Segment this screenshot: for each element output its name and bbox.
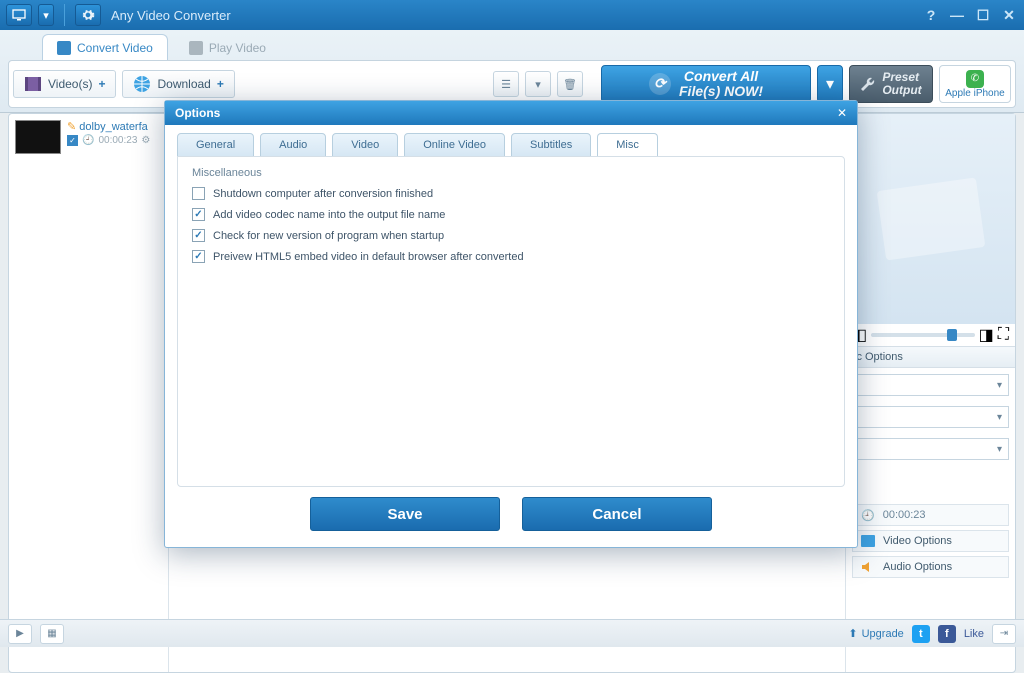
checkbox[interactable]: ✓ <box>192 250 205 263</box>
dialog-title-bar: Options ✕ <box>165 101 857 125</box>
basic-options-header[interactable]: ic Options <box>846 346 1015 368</box>
button-label: Video(s) <box>48 77 92 91</box>
checkbox-label: Shutdown computer after conversion finis… <box>213 188 433 200</box>
help-button[interactable]: ? <box>922 6 940 24</box>
button-label: Convert AllFile(s) NOW! <box>679 69 763 100</box>
checkbox-row[interactable]: ✓ Preivew HTML5 embed video in default b… <box>192 250 830 263</box>
film-icon <box>24 75 42 93</box>
edit-icon: ✎ <box>67 121 76 133</box>
list-mode-button[interactable]: ☰ <box>493 71 519 97</box>
checkbox[interactable]: ✓ <box>192 208 205 221</box>
checkbox-row[interactable]: ✓ Add video codec name into the output f… <box>192 208 830 221</box>
close-icon[interactable]: ✕ <box>837 106 847 120</box>
cancel-button[interactable]: Cancel <box>522 497 712 531</box>
wrench-icon <box>860 76 876 92</box>
close-button[interactable]: ✕ <box>1000 6 1018 24</box>
video-icon <box>861 535 875 547</box>
checkbox[interactable]: ✓ <box>192 229 205 242</box>
device-profile-button[interactable]: ✆ Apple iPhone <box>939 65 1011 103</box>
preview-pane <box>846 114 1015 324</box>
checkbox-row[interactable]: ✓ Check for new version of program when … <box>192 229 830 242</box>
checkbox-row[interactable]: Shutdown computer after conversion finis… <box>192 187 830 200</box>
status-bar: ▶ ▦ ⬆ Upgrade t f Like ⇥ <box>0 619 1024 647</box>
dialog-body: Miscellaneous Shutdown computer after co… <box>177 156 845 487</box>
dialog-buttons: Save Cancel <box>165 497 857 547</box>
right-panel: ◧ ◨ ⛶ ic Options ▾ ▾ ▾ 🕘 00:00:23 Video … <box>845 114 1015 672</box>
settings-icon[interactable]: ⚙ <box>141 135 150 146</box>
facebook-icon[interactable]: f <box>938 625 956 643</box>
tab-subtitles[interactable]: Subtitles <box>511 133 591 157</box>
section-label: Miscellaneous <box>192 167 830 179</box>
button-label: Download <box>157 77 210 91</box>
duration-row: 🕘 00:00:23 <box>852 504 1009 526</box>
dialog-title: Options <box>175 106 220 120</box>
maximize-button[interactable]: ☐ <box>974 6 992 24</box>
file-name: ✎ dolby_waterfa <box>67 120 150 133</box>
duration: 00:00:23 <box>98 135 137 146</box>
mark-out-icon[interactable]: ◨ <box>979 325 994 345</box>
play-icon <box>189 41 203 55</box>
tab-online-video[interactable]: Online Video <box>404 133 505 157</box>
list-item[interactable]: ✎ dolby_waterfa ✓ 🕘 00:00:23 ⚙ <box>15 120 162 154</box>
save-button[interactable]: Save <box>310 497 500 531</box>
tab-audio[interactable]: Audio <box>260 133 326 157</box>
refresh-icon: ⟳ <box>649 73 671 95</box>
gear-icon[interactable] <box>75 4 101 26</box>
thumbnail <box>15 120 61 154</box>
preset-output-button[interactable]: PresetOutput <box>849 65 933 103</box>
film-placeholder-icon <box>876 177 985 260</box>
audio-icon <box>861 561 875 573</box>
dropdown[interactable]: ▾ <box>852 438 1009 460</box>
checkbox-label: Check for new version of program when st… <box>213 230 444 242</box>
device-label: Apple iPhone <box>945 88 1005 99</box>
add-videos-button[interactable]: Video(s) + <box>13 70 116 98</box>
upgrade-link[interactable]: ⬆ Upgrade <box>848 627 903 640</box>
file-list: ✎ dolby_waterfa ✓ 🕘 00:00:23 ⚙ <box>9 114 169 672</box>
download-button[interactable]: Download + <box>122 70 234 98</box>
tab-play-video[interactable]: Play Video <box>174 34 281 60</box>
globe-icon <box>133 75 151 93</box>
seek-slider[interactable] <box>871 333 975 337</box>
tab-video[interactable]: Video <box>332 133 398 157</box>
expand-icon[interactable]: ⛶ <box>998 326 1009 344</box>
dropdown-icon[interactable]: ▾ <box>38 4 54 26</box>
plus-icon: + <box>98 77 105 91</box>
dialog-tabs: General Audio Video Online Video Subtitl… <box>165 125 857 157</box>
checkbox[interactable] <box>192 187 205 200</box>
grid-button[interactable]: ▦ <box>40 624 64 644</box>
video-options-row[interactable]: Video Options <box>852 530 1009 552</box>
clock-icon: 🕘 <box>861 509 875 522</box>
upgrade-icon: ⬆ <box>848 627 857 640</box>
phone-icon: ✆ <box>966 70 984 88</box>
minimize-button[interactable]: — <box>948 6 966 24</box>
collapse-button[interactable]: ⇥ <box>992 624 1016 644</box>
app-title: Any Video Converter <box>111 8 231 23</box>
clock-icon: 🕘 <box>82 135 94 146</box>
list-dropdown-button[interactable]: ▾ <box>525 71 551 97</box>
dropdown[interactable]: ▾ <box>852 406 1009 428</box>
checkbox-label: Preivew HTML5 embed video in default bro… <box>213 251 524 263</box>
play-button[interactable]: ▶ <box>8 624 32 644</box>
delete-button[interactable]: 🗑 <box>557 71 583 97</box>
convert-icon <box>57 41 71 55</box>
convert-dropdown[interactable]: ▾ <box>817 65 843 103</box>
dropdown[interactable]: ▾ <box>852 374 1009 396</box>
twitter-icon[interactable]: t <box>912 625 930 643</box>
tab-label: Play Video <box>209 41 266 55</box>
button-label: PresetOutput <box>882 71 921 97</box>
convert-all-button[interactable]: ⟳ Convert AllFile(s) NOW! <box>601 65 811 103</box>
checkbox-icon[interactable]: ✓ <box>67 135 78 146</box>
like-button[interactable]: Like <box>964 628 984 640</box>
tab-misc[interactable]: Misc <box>597 133 658 157</box>
audio-options-row[interactable]: Audio Options <box>852 556 1009 578</box>
plus-icon: + <box>217 77 224 91</box>
checkbox-label: Add video codec name into the output fil… <box>213 209 445 221</box>
monitor-icon[interactable] <box>6 4 32 26</box>
preview-controls: ◧ ◨ ⛶ <box>846 324 1015 346</box>
title-bar: ▾ Any Video Converter ? — ☐ ✕ <box>0 0 1024 30</box>
tab-general[interactable]: General <box>177 133 254 157</box>
options-dialog: Options ✕ General Audio Video Online Vid… <box>164 100 858 548</box>
tab-label: Convert Video <box>77 41 153 55</box>
tab-convert-video[interactable]: Convert Video <box>42 34 168 60</box>
